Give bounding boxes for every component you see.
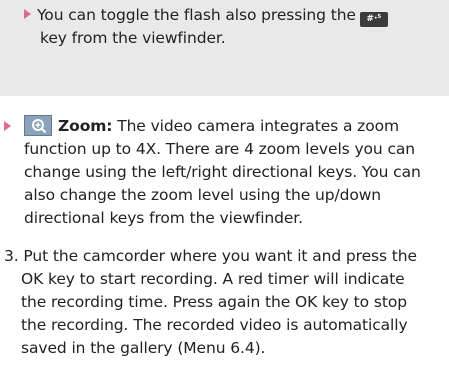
flash-key-icon: #·⁵ bbox=[359, 12, 388, 27]
zoom-magnifier-icon bbox=[24, 115, 52, 136]
step3-line-2: OK key to start recording. A red timer w… bbox=[21, 270, 405, 288]
step3-line-4: the recording. The recorded video is aut… bbox=[21, 316, 408, 334]
flash-note-box: You can toggle the flash also pressing t… bbox=[0, 0, 449, 96]
note-line-1: You can toggle the flash also pressing t… bbox=[24, 4, 388, 27]
step3-line-5: saved in the gallery (Menu 6.4). bbox=[21, 339, 266, 357]
zoom-line-4: also change the zoom level using the up/… bbox=[24, 186, 382, 204]
step3-line-1: 3. Put the camcorder where you want it a… bbox=[4, 247, 417, 265]
note-line-1-text: You can toggle the flash also pressing t… bbox=[37, 6, 356, 24]
triangle-bullet-icon bbox=[4, 121, 11, 131]
step3-line-3: the recording time. Press again the OK k… bbox=[21, 293, 407, 311]
zoom-line-3: change using the left/right directional … bbox=[24, 163, 421, 181]
zoom-line-1-text: The video camera integrates a zoom bbox=[117, 117, 399, 135]
triangle-bullet-icon bbox=[24, 9, 31, 19]
note-line-2: key from the viewfinder. bbox=[40, 29, 226, 47]
zoom-line-2: function up to 4X. There are 4 zoom leve… bbox=[24, 140, 415, 158]
zoom-line-1: Zoom: The video camera integrates a zoom bbox=[58, 115, 399, 137]
zoom-line-5: directional keys from the viewfinder. bbox=[24, 209, 303, 227]
zoom-title: Zoom: bbox=[58, 117, 113, 135]
